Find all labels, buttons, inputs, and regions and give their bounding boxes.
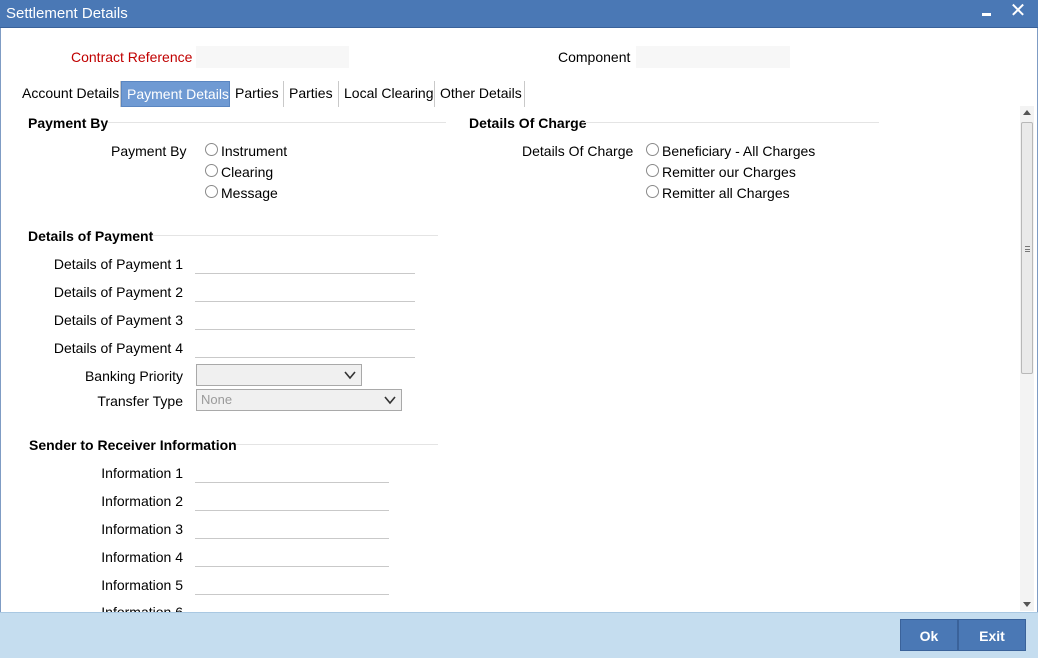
section-divider [236, 444, 438, 445]
radio-remitter-all-charges-label: Remitter all Charges [662, 185, 790, 201]
tab-account-details[interactable]: Account Details [17, 81, 121, 107]
radio-instrument-label: Instrument [221, 143, 288, 159]
scroll-up-arrow-icon[interactable] [1023, 110, 1031, 115]
radio-clearing[interactable] [205, 164, 218, 177]
information-5-input[interactable] [195, 573, 389, 595]
details-of-payment-2-input[interactable] [195, 280, 415, 302]
tab-payment-details[interactable]: Payment Details [121, 81, 230, 107]
details-of-payment-3-label: Details of Payment 3 [53, 312, 183, 328]
scroll-down-arrow-icon[interactable] [1023, 602, 1031, 607]
information-1-input[interactable] [195, 461, 389, 483]
chevron-down-icon [344, 371, 356, 380]
transfer-type-select[interactable]: None [196, 389, 402, 411]
information-5-label: Information 5 [101, 577, 183, 593]
transfer-type-value: None [201, 392, 233, 407]
information-4-label: Information 4 [101, 549, 183, 565]
payment-by-label: Payment By [111, 143, 187, 159]
information-3-input[interactable] [195, 517, 389, 539]
section-divider [152, 235, 438, 236]
radio-instrument[interactable] [205, 143, 218, 156]
banking-priority-select[interactable] [196, 364, 362, 386]
sender-to-receiver-section-title: Sender to Receiver Information [29, 437, 237, 453]
details-of-payment-4-label: Details of Payment 4 [53, 340, 183, 356]
details-of-payment-2-label: Details of Payment 2 [53, 284, 183, 300]
information-4-input[interactable] [195, 545, 389, 567]
payment-by-section-title: Payment By [28, 115, 109, 131]
tab-parties-2[interactable]: Parties [284, 81, 339, 107]
tab-other-details[interactable]: Other Details [435, 81, 525, 107]
scrollbar-thumb[interactable] [1021, 122, 1033, 374]
information-6-label: Information 6 [101, 604, 183, 612]
radio-remitter-all-charges[interactable] [646, 185, 659, 198]
grip-icon [1025, 246, 1030, 252]
information-2-input[interactable] [195, 489, 389, 511]
tab-parties-1[interactable]: Parties [230, 81, 284, 107]
contract-reference-input[interactable] [196, 46, 349, 68]
details-of-payment-4-input[interactable] [195, 336, 415, 358]
details-of-payment-3-input[interactable] [195, 308, 415, 330]
radio-message-label: Message [221, 185, 278, 201]
details-of-payment-section-title: Details of Payment [28, 228, 154, 244]
transfer-type-label: Transfer Type [97, 393, 183, 409]
section-divider [108, 122, 446, 123]
radio-beneficiary-all-charges[interactable] [646, 143, 659, 156]
dialog-body: Settlement Details ✕ Contract Reference … [0, 0, 1038, 612]
information-3-label: Information 3 [101, 521, 183, 537]
section-divider [584, 122, 879, 123]
exit-button[interactable]: Exit [958, 619, 1026, 651]
details-of-payment-1-label: Details of Payment 1 [53, 256, 183, 272]
contract-reference-label-text: Contract Reference [71, 49, 193, 65]
vertical-scrollbar[interactable] [1020, 106, 1034, 611]
component-input[interactable] [636, 46, 790, 68]
radio-message[interactable] [205, 185, 218, 198]
title-bar: Settlement Details ✕ [0, 0, 1038, 28]
window-title: Settlement Details [6, 5, 128, 22]
radio-clearing-label: Clearing [221, 164, 274, 180]
information-2-label: Information 2 [101, 493, 183, 509]
component-label: Component [558, 49, 631, 65]
radio-remitter-our-charges-label: Remitter our Charges [662, 164, 796, 180]
details-of-charge-label: Details Of Charge [522, 143, 634, 159]
minimize-button[interactable] [980, 5, 994, 21]
information-1-label: Information 1 [101, 465, 183, 481]
dialog-footer: Ok Exit [0, 612, 1038, 658]
close-icon: ✕ [1009, 0, 1027, 22]
ok-button[interactable]: Ok [900, 619, 958, 651]
tab-local-clearing[interactable]: Local Clearing [339, 81, 435, 107]
contract-reference-label: Contract Reference * [71, 45, 205, 65]
close-button[interactable]: ✕ [1009, 0, 1027, 22]
chevron-down-icon [384, 396, 396, 405]
banking-priority-label: Banking Priority [84, 368, 183, 384]
details-of-charge-section-title: Details Of Charge [469, 115, 587, 131]
radio-beneficiary-all-charges-label: Beneficiary - All Charges [662, 143, 816, 159]
radio-remitter-our-charges[interactable] [646, 164, 659, 177]
minimize-icon [982, 13, 991, 16]
details-of-payment-1-input[interactable] [195, 252, 415, 274]
